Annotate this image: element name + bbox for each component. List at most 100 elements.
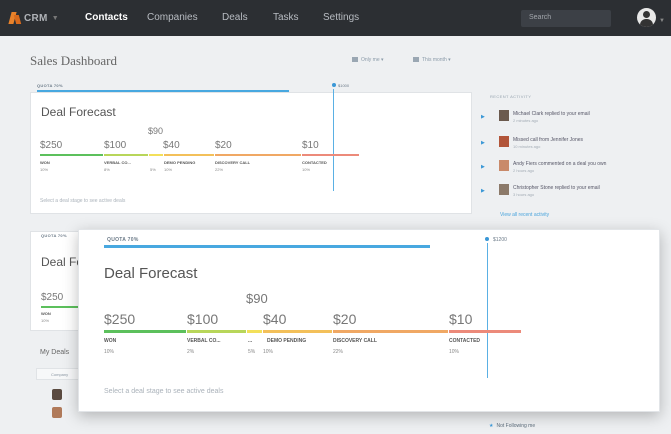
stage-amount-contacted: $10 [449, 311, 473, 327]
target-line [487, 243, 488, 378]
search-input[interactable]: Search [521, 10, 611, 27]
search-placeholder: Search [529, 14, 552, 21]
stage-amount-verbal: $100 [187, 311, 219, 327]
arrow-icon: ▶ [481, 164, 485, 170]
stage-amount-demo: $40 [263, 311, 287, 327]
forecast-title: Deal Forecast [104, 265, 198, 282]
stage-amount-won: $250 [40, 140, 63, 151]
stage-amount-discovery: $20 [215, 140, 232, 151]
tab-companies[interactable]: Companies [147, 12, 198, 23]
quota-label: QUOTA 70% [41, 233, 67, 238]
stage-label-won: WON [40, 160, 50, 165]
stage-label-discovery: DISCOVERY CALL [215, 160, 251, 165]
forecast-title: Deal Fo [41, 255, 84, 269]
stage-amount-demo: $40 [163, 140, 180, 151]
target-label: $1000 [338, 83, 350, 88]
target-marker [485, 237, 489, 241]
tab-tasks[interactable]: Tasks [273, 12, 299, 23]
quota-bar [37, 90, 289, 92]
stage-label-demo: DEMO PENDING [164, 160, 196, 165]
stage-bar-demo[interactable] [263, 330, 332, 333]
view-all-activity-link[interactable]: View all recent activity [500, 212, 549, 218]
logo-icon [10, 12, 20, 24]
stage-pct-won: 10% [40, 167, 49, 172]
stage-pct-verbal: 8% [104, 167, 110, 172]
app-name: CRM [24, 12, 48, 24]
app-logo[interactable]: CRM ▼ [10, 9, 59, 27]
stage-pct-won: 10% [41, 318, 50, 323]
stage-pct-contacted: 10% [302, 167, 311, 172]
stage-label-contacted: CONTACTED [302, 160, 327, 165]
stage-pct-verbal: 2% [187, 349, 195, 355]
avatar [499, 110, 509, 121]
stage-bar-won[interactable] [40, 154, 103, 156]
stage-bar-contacted[interactable] [449, 330, 521, 333]
tab-contacts[interactable]: Contacts [85, 12, 128, 23]
chevron-down-icon: ▼ [51, 14, 59, 22]
target-label: $1200 [493, 237, 507, 243]
stage-label-demo: DEMO PENDING [267, 338, 307, 344]
stage-amount-verbal: $100 [104, 140, 127, 151]
stage-amount-won: $250 [41, 292, 64, 303]
stage-bar-contacted[interactable] [302, 154, 359, 156]
mid-amount: $90 [148, 126, 164, 136]
avatar [499, 136, 509, 147]
stage-bar-discovery[interactable] [215, 154, 301, 156]
arrow-icon: ▶ [481, 140, 485, 146]
avatar [52, 389, 62, 400]
stage-label-verbal: VERBAL CO... [187, 338, 221, 344]
stage-bar-verbal[interactable] [187, 330, 246, 333]
stage-amount-contacted: $10 [302, 140, 319, 151]
avatar [499, 184, 509, 195]
stage-amount-won: $250 [104, 311, 136, 327]
arrow-icon: ▶ [481, 114, 485, 120]
stage-label-contacted: CONTACTED [449, 338, 481, 344]
target-marker [332, 83, 336, 87]
tab-deals[interactable]: Deals [222, 12, 248, 23]
avatar [499, 160, 509, 171]
stage-pct-won: 10% [104, 349, 115, 355]
avatar [52, 407, 62, 418]
stage-label-verbal: VERBAL CO... [104, 160, 131, 165]
owner-filter[interactable]: Only me ▾ [352, 57, 384, 63]
star-icon: ★ [489, 423, 494, 429]
stage-label-won: WON [104, 338, 117, 344]
stage-pct-discovery: 22% [333, 349, 344, 355]
stage-pct-demo: 10% [164, 167, 173, 172]
stage-label-discovery: DISCOVERY CALL [333, 338, 377, 344]
stage-bar-verbal[interactable] [104, 154, 148, 156]
stage-bar-won[interactable] [41, 306, 81, 308]
page-title: Sales Dashboard [30, 53, 118, 68]
stage-pct-other: 5% [150, 167, 156, 172]
activity-item[interactable]: ▶ Missed call from Jennifer Jones 10 min… [481, 136, 651, 156]
period-filter[interactable]: This month ▾ [413, 57, 451, 63]
tab-settings[interactable]: Settings [323, 12, 359, 23]
stage-bar-won[interactable] [104, 330, 186, 333]
activity-item[interactable]: ▶ Michael Clark replied to your email 2 … [481, 110, 651, 130]
following-toggle[interactable]: ★ Not Following me [489, 423, 535, 429]
activity-item[interactable]: ▶ Christopher Stone replied to your emai… [481, 184, 651, 204]
chevron-down-icon[interactable]: ▼ [659, 18, 665, 24]
calendar-icon [413, 57, 419, 63]
stage-pct-other: 5% [248, 349, 256, 355]
mid-amount: $90 [246, 291, 268, 306]
stage-bar-other[interactable] [149, 154, 163, 156]
forecast-hint: Select a deal stage to see active deals [104, 388, 224, 395]
stage-pct-discovery: 22% [215, 167, 224, 172]
stage-amount-discovery: $20 [333, 311, 357, 327]
stage-bar-demo[interactable] [164, 154, 214, 156]
target-line [333, 89, 334, 191]
user-avatar[interactable] [637, 8, 656, 27]
activity-heading: RECENT ACTIVITY [490, 94, 532, 99]
stage-pct-contacted: 10% [449, 349, 460, 355]
stage-label-other: ... [248, 338, 253, 344]
forecast-card-zoomed[interactable] [78, 229, 660, 412]
forecast-title: Deal Forecast [41, 105, 116, 119]
people-icon [352, 57, 358, 63]
my-deals-title: My Deals [40, 349, 70, 356]
quota-bar [104, 245, 430, 248]
arrow-icon: ▶ [481, 188, 485, 194]
activity-item[interactable]: ▶ Andy Fiers commented on a deal you own… [481, 160, 651, 180]
stage-bar-discovery[interactable] [333, 330, 448, 333]
stage-bar-other[interactable] [247, 330, 262, 333]
